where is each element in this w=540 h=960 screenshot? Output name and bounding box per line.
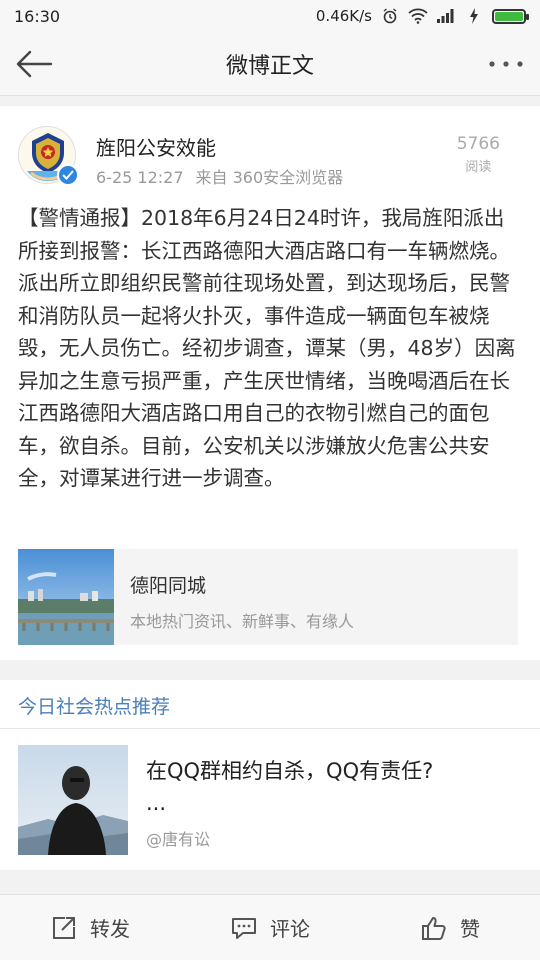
link-card-info: 德阳同城 本地热门资讯、新鲜事、有缘人 — [114, 549, 354, 645]
back-button[interactable] — [12, 44, 56, 84]
back-arrow-icon — [16, 50, 53, 78]
page-title: 微博正文 — [225, 53, 314, 79]
more-button[interactable] — [484, 44, 528, 84]
alarm-icon — [380, 8, 400, 24]
thumbs-up-icon — [420, 914, 448, 942]
link-card-title: 德阳同城 — [130, 575, 207, 597]
repost-label: 转发 — [90, 917, 130, 941]
link-card-thumbnail — [18, 549, 114, 645]
author-avatar[interactable] — [18, 126, 79, 186]
comment-button[interactable]: 评论 — [180, 895, 360, 960]
verified-badge-icon — [57, 164, 79, 186]
comment-icon — [230, 914, 258, 942]
link-card-desc: 本地热门资讯、新鲜事、有缘人 — [130, 612, 355, 631]
battery-icon — [492, 8, 529, 24]
wifi-icon — [408, 8, 428, 24]
repost-button[interactable]: 转发 — [0, 895, 180, 960]
nav-header: 微博正文 — [0, 32, 540, 96]
post-body-text: 【警情通报】2018年6月24日24时许，我局旌阳派出所接到报警：长江西路德阳大… — [18, 206, 516, 490]
post-source: 来自 360安全浏览器 — [195, 168, 344, 187]
author-name[interactable]: 旌阳公安效能 — [96, 132, 216, 161]
comment-label: 评论 — [270, 917, 310, 941]
like-button[interactable]: 赞 — [360, 895, 540, 960]
network-speed: 0.46K/s — [315, 7, 372, 25]
recommend-thumbnail[interactable] — [18, 745, 128, 855]
recommend-ellipsis: ... — [146, 791, 167, 815]
signal-icon — [436, 8, 456, 24]
status-bar: 16:30 0.46K/s — [0, 0, 540, 32]
recommend-source[interactable]: @唐有讼 — [146, 826, 210, 850]
read-count: 5766 阅读 — [457, 134, 500, 175]
recommend-title-text: 在QQ群相约自杀，QQ有责任? — [146, 759, 434, 783]
recommend-section: 今日社会热点推荐 在QQ群相约自杀，QQ有责任? ... @唐有讼 — [0, 680, 540, 870]
recommend-header[interactable]: 今日社会热点推荐 — [18, 692, 170, 719]
status-time: 16:30 — [14, 6, 61, 26]
post-meta: 6-25 12:27 来自 360安全浏览器 — [96, 164, 343, 188]
more-dots-icon — [489, 61, 523, 67]
read-count-label: 阅读 — [465, 160, 492, 175]
repost-icon — [50, 914, 78, 942]
recommend-title[interactable]: 在QQ群相约自杀，QQ有责任? ... — [146, 755, 516, 819]
read-count-value: 5766 — [456, 134, 500, 154]
battery-level — [495, 11, 523, 21]
status-indicators: 0.46K/s — [315, 7, 529, 25]
charging-icon — [464, 8, 484, 24]
bottom-toolbar: 转发 评论 赞 — [0, 894, 540, 960]
link-card[interactable]: 德阳同城 本地热门资讯、新鲜事、有缘人 — [18, 549, 518, 645]
post-card: 旌阳公安效能 6-25 12:27 来自 360安全浏览器 5766 阅读 【警情… — [0, 106, 540, 660]
like-label: 赞 — [460, 917, 480, 941]
divider — [0, 728, 540, 729]
post-date: 6-25 12:27 — [96, 168, 184, 187]
